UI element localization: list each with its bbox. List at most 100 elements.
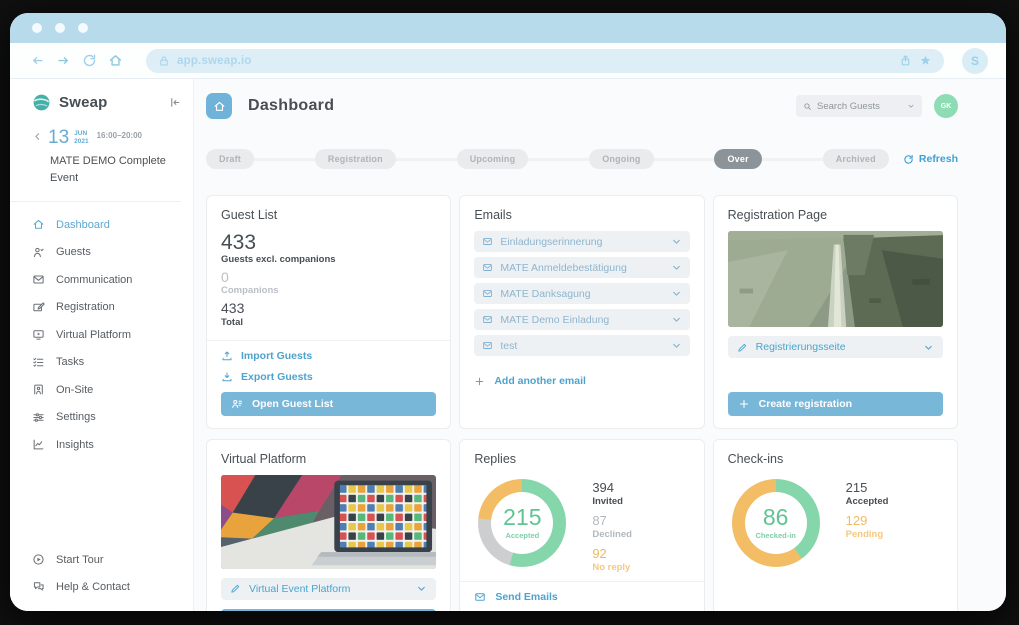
stage-ongoing[interactable]: Ongoing (589, 149, 653, 169)
sidebar-item-label: Start Tour (56, 554, 104, 566)
sidebar-item-settings[interactable]: Settings (32, 411, 181, 424)
stage-registration[interactable]: Registration (315, 149, 396, 169)
send-emails-label: Send Emails (495, 591, 557, 603)
download-icon (221, 371, 233, 383)
card-title: Virtual Platform (221, 452, 436, 466)
search-input[interactable] (817, 101, 902, 112)
chevron-left-icon[interactable] (32, 131, 43, 142)
bookmark-star-icon[interactable] (919, 54, 932, 67)
chevron-down-icon[interactable] (416, 583, 427, 594)
sidebar-item-label: On-Site (56, 384, 93, 396)
pending-value: 129 (846, 514, 889, 529)
user-avatar[interactable]: GK (934, 94, 958, 118)
sidebar-item-dashboard[interactable]: Dashboard (32, 218, 181, 231)
accepted-count: 215 (503, 506, 541, 529)
mail-icon (482, 340, 493, 351)
total-count: 433 (221, 301, 436, 316)
chevron-down-icon[interactable] (671, 340, 682, 351)
email-item[interactable]: Einladungserinnerung (474, 231, 689, 252)
guests-count-label: Guests excl. companions (221, 254, 436, 265)
window-zoom-icon[interactable] (78, 23, 88, 33)
sidebar-item-communication[interactable]: Communication (32, 273, 181, 286)
refresh-button[interactable]: Refresh (903, 153, 958, 165)
declined-stat: 87 Declined (592, 514, 632, 540)
sidebar-nav: Dashboard Guests Communication Registrat… (32, 218, 181, 451)
pending-stat: 129 Pending (846, 514, 889, 540)
stage-archived[interactable]: Archived (823, 149, 889, 169)
registration-page-select[interactable]: Registrierungsseite (728, 336, 943, 358)
virtual-platform-select[interactable]: Virtual Event Platform (221, 578, 436, 600)
sidebar-item-label: Tasks (56, 356, 84, 368)
checked-in-label: Checked-in (755, 531, 795, 540)
chevron-down-icon[interactable] (671, 262, 682, 273)
export-guests-label: Export Guests (241, 371, 313, 383)
chevron-down-icon[interactable] (923, 342, 934, 353)
mail-icon (482, 288, 493, 299)
share-icon[interactable] (899, 54, 912, 67)
accepted-label: Accepted (846, 496, 889, 507)
play-circle-icon (32, 553, 45, 566)
chevron-down-icon[interactable] (671, 288, 682, 299)
sidebar-item-on-site[interactable]: On-Site (32, 383, 181, 396)
monitor-cursor-icon (32, 328, 45, 341)
donut-center: 215 Accepted (491, 492, 553, 554)
card-title: Registration Page (728, 208, 943, 222)
companions-label: Companions (221, 285, 436, 296)
sidebar-item-registration[interactable]: Registration (32, 301, 181, 314)
window-close-icon[interactable] (32, 23, 42, 33)
chevron-down-icon[interactable] (671, 236, 682, 247)
sidebar-item-start-tour[interactable]: Start Tour (32, 553, 181, 566)
sidebar-item-virtual-platform[interactable]: Virtual Platform (32, 328, 181, 341)
import-guests-link[interactable]: Import Guests (221, 350, 436, 362)
address-bar[interactable]: app.sweap.io (146, 49, 944, 73)
stage-over[interactable]: Over (714, 149, 761, 169)
event-time: 16:00–20:00 (97, 131, 142, 140)
brand-row: Sweap (32, 93, 181, 112)
accepted-label: Accepted (505, 531, 539, 540)
email-item-label: MATE Danksagung (500, 288, 663, 300)
sidebar-item-insights[interactable]: Insights (32, 438, 181, 451)
sidebar-item-guests[interactable]: Guests (32, 246, 181, 259)
sidebar: Sweap 13 JUN 2021 16:00–20:00 MATE DEMO … (10, 79, 194, 611)
stage-draft[interactable]: Draft (206, 149, 254, 169)
collapse-sidebar-icon[interactable] (168, 96, 181, 109)
stage-upcoming[interactable]: Upcoming (457, 149, 529, 169)
chevron-down-icon[interactable] (671, 314, 682, 325)
plus-icon (474, 376, 485, 387)
event-year: 2021 (74, 138, 88, 146)
forward-icon[interactable] (54, 52, 72, 70)
guest-search[interactable] (796, 95, 922, 117)
declined-value: 87 (592, 514, 632, 529)
brand-name: Sweap (59, 94, 160, 111)
browser-profile-avatar[interactable]: S (962, 48, 988, 74)
invited-stat: 394 Invited (592, 481, 632, 507)
total-label: Total (221, 317, 436, 328)
back-icon[interactable] (28, 52, 46, 70)
open-guest-list-button[interactable]: Open Guest List (221, 392, 436, 416)
dashboard-home-icon (206, 93, 232, 119)
send-emails-link[interactable]: Send Emails (474, 591, 689, 603)
sidebar-item-help-contact[interactable]: Help & Contact (32, 580, 181, 593)
browser-home-icon[interactable] (106, 52, 124, 70)
create-virtual-platform-button[interactable]: Create Virtual Platform (221, 609, 436, 611)
email-item[interactable]: MATE Anmeldebestätigung (474, 257, 689, 278)
export-guests-link[interactable]: Export Guests (221, 371, 436, 383)
email-item[interactable]: test (474, 335, 689, 356)
check-ins-chart: 86 Checked-in 215 Accepted 129 Pen (728, 479, 943, 567)
chevron-down-icon[interactable] (907, 102, 915, 110)
email-item[interactable]: MATE Danksagung (474, 283, 689, 304)
page-title: Dashboard (248, 97, 796, 115)
card-divider (460, 581, 703, 582)
add-email-link[interactable]: Add another email (474, 375, 689, 387)
email-item[interactable]: MATE Demo Einladung (474, 309, 689, 330)
reload-icon[interactable] (80, 52, 98, 70)
window-minimize-icon[interactable] (55, 23, 65, 33)
mail-icon (482, 236, 493, 247)
sidebar-item-tasks[interactable]: Tasks (32, 356, 181, 369)
event-switcher[interactable]: 13 JUN 2021 16:00–20:00 (32, 128, 181, 147)
email-item-label: MATE Anmeldebestätigung (500, 262, 663, 274)
sidebar-item-label: Dashboard (56, 219, 110, 231)
sidebar-item-label: Help & Contact (56, 581, 130, 593)
create-registration-button[interactable]: Create registration (728, 392, 943, 416)
check-ins-card: Check-ins 86 Checked-in 215 Accepted (713, 439, 958, 611)
